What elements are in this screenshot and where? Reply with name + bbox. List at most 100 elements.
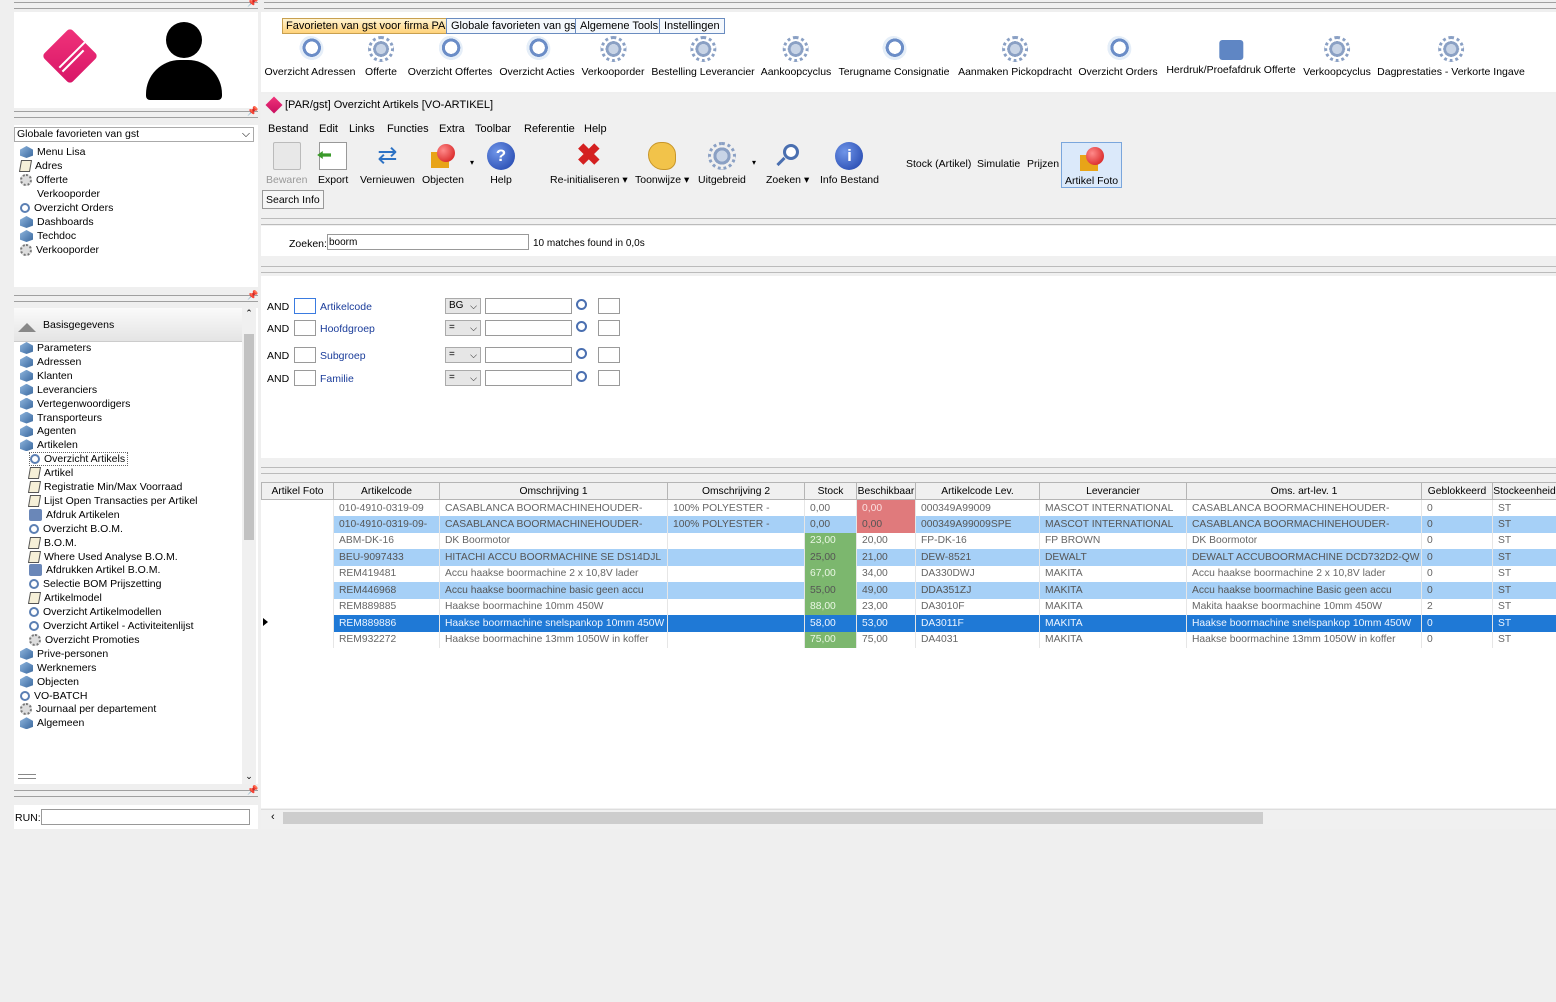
filter-value-input[interactable]	[485, 320, 572, 336]
filter-comparator[interactable]: =	[445, 347, 481, 363]
filter-checkbox[interactable]	[294, 320, 316, 336]
objects-dropdown-icon[interactable]: ▾	[470, 158, 474, 167]
menu-functies[interactable]: Functies	[387, 123, 429, 135]
column-header-omschrijving-2[interactable]: Omschrijving 2	[667, 482, 805, 500]
table-row[interactable]: REM932272 Haakse boormachine 13mm 1050W i…	[261, 631, 1556, 648]
main-top-splitter[interactable]	[264, 2, 1556, 9]
tree-item-overzicht-artikel-activiteitenlijst[interactable]: Overzicht Artikel - Activiteitenlijst	[29, 619, 194, 633]
pin-icon[interactable]: 📌	[247, 0, 258, 7]
tree-item-overzicht-promoties[interactable]: Overzicht Promoties	[29, 633, 140, 647]
tree-item-klanten[interactable]: Klanten	[20, 369, 73, 383]
tree-scrollbar[interactable]: ⌃ ⌄	[242, 308, 256, 784]
filter-extra-input[interactable]	[598, 347, 620, 363]
filter-value-input[interactable]	[485, 347, 572, 363]
favorites-splitter[interactable]: 📌	[14, 107, 258, 118]
tree-item-lijst-open-transacties-per-artikel[interactable]: Lijst Open Transacties per Artikel	[27, 494, 198, 508]
tab-favorieten-van-gst-voor-firma-par[interactable]: Favorieten van gst voor firma PAR	[282, 18, 459, 34]
tree-item-selectie-bom-prijszetting[interactable]: Selectie BOM Prijszetting	[29, 577, 161, 591]
favorite-item-verkooporder[interactable]: Verkooporder	[20, 243, 99, 257]
filter-checkbox[interactable]	[294, 298, 316, 314]
filter-field-familie[interactable]: Familie	[320, 373, 354, 385]
table-row[interactable]: 010-4910-0319-09- CASABLANCA BOORMACHINEH…	[261, 516, 1556, 533]
objects-button[interactable]: Objecten	[422, 142, 464, 186]
filter-value-input[interactable]	[485, 298, 572, 314]
favorite-item-verkooporder[interactable]: Verkooporder	[20, 187, 100, 201]
view-mode-button[interactable]: Toonwijze ▾	[635, 142, 689, 186]
shortcut-aanmaken-pickopdracht[interactable]: Aanmaken Pickopdracht	[958, 36, 1072, 78]
menu-bestand[interactable]: Bestand	[268, 123, 308, 135]
refresh-button[interactable]: ⇄ Vernieuwen	[360, 142, 415, 186]
column-header-artikelcode-lev[interactable]: Artikelcode Lev.	[915, 482, 1040, 500]
table-row[interactable]: ABM-DK-16 DK Boormotor 23,00 20,00 FP-DK-16 F…	[261, 532, 1556, 549]
tree-item-journaal-per-departement[interactable]: Journaal per departement	[20, 702, 156, 716]
magnifier-icon[interactable]	[576, 348, 587, 359]
tree-item-artikel[interactable]: Artikel	[27, 466, 73, 480]
tree-item-parameters[interactable]: Parameters	[20, 341, 91, 355]
reinit-button[interactable]: ✖ Re-initialiseren ▾	[550, 141, 628, 187]
stock-button[interactable]: Stock (Artikel)	[906, 158, 971, 170]
filter-field-hoofdgroep[interactable]: Hoofdgroep	[320, 323, 375, 335]
tree-item-b-o-m[interactable]: B.O.M.	[27, 536, 77, 550]
search-input[interactable]	[327, 234, 529, 250]
help-button[interactable]: ? Help	[487, 142, 515, 186]
filter-field-subgroep[interactable]: Subgroep	[320, 350, 366, 362]
tab-algemene-tools[interactable]: Algemene Tools	[575, 18, 664, 34]
pin-icon[interactable]: 📌	[247, 291, 258, 300]
tree-item-afdrukken-artikel-b-o-m[interactable]: Afdrukken Artikel B.O.M.	[29, 563, 160, 577]
menu-extra[interactable]: Extra	[439, 123, 465, 135]
favorites-select[interactable]: Globale favorieten van gst ⌵	[14, 127, 254, 142]
extended-button[interactable]: Uitgebreid	[698, 142, 746, 186]
shortcut-herdruk-proefafdruk-offerte[interactable]: Herdruk/Proefafdruk Offerte	[1166, 36, 1296, 76]
tree-item-overzicht-artikels[interactable]: Overzicht Artikels	[29, 452, 129, 467]
filter-field-artikelcode[interactable]: Artikelcode	[320, 301, 372, 313]
pin-icon[interactable]: 📌	[247, 786, 258, 795]
favorite-item-techdoc[interactable]: Techdoc	[20, 229, 76, 243]
search-button[interactable]: Zoeken ▾	[766, 142, 809, 186]
run-splitter[interactable]: 📌	[14, 786, 258, 797]
extended-dropdown-icon[interactable]: ▾	[752, 158, 756, 167]
column-header-stockeenheid[interactable]: Stockeenheid	[1492, 482, 1556, 500]
pin-icon[interactable]: 📌	[247, 107, 258, 116]
menu-edit[interactable]: Edit	[319, 123, 338, 135]
tree-item-werknemers[interactable]: Werknemers	[20, 661, 96, 675]
favorite-item-overzicht-orders[interactable]: Overzicht Orders	[20, 201, 113, 215]
column-header-artikel-foto[interactable]: Artikel Foto	[261, 482, 334, 500]
menu-toolbar[interactable]: Toolbar	[475, 123, 511, 135]
scroll-left-icon[interactable]: ‹	[271, 811, 275, 823]
table-row[interactable]: 010-4910-0319-09 CASABLANCA BOORMACHINEHO…	[261, 499, 1556, 516]
shortcut-overzicht-adressen[interactable]: Overzicht Adressen	[264, 36, 356, 78]
run-input[interactable]	[41, 809, 250, 825]
filter-extra-input[interactable]	[598, 370, 620, 386]
shortcut-overzicht-orders[interactable]: Overzicht Orders	[1078, 36, 1158, 78]
section-header[interactable]: Basisgegevens	[14, 308, 242, 342]
filter-extra-input[interactable]	[598, 298, 620, 314]
filter-value-input[interactable]	[485, 370, 572, 386]
column-header-omschrijving-1[interactable]: Omschrijving 1	[439, 482, 668, 500]
menu-help[interactable]: Help	[584, 123, 607, 135]
tree-item-vo-batch[interactable]: VO-BATCH	[20, 689, 87, 703]
tree-item-prive-personen[interactable]: Prive-personen	[20, 647, 108, 661]
table-row[interactable]: REM419481 Accu haakse boormachine 2 x 10,…	[261, 565, 1556, 582]
shortcut-verkoopcyclus[interactable]: Verkoopcyclus	[1303, 36, 1371, 78]
tree-item-transporteurs[interactable]: Transporteurs	[20, 411, 102, 425]
shortcut-terugname-consignatie[interactable]: Terugname Consignatie	[839, 36, 949, 78]
shortcut-dagprestaties-verkorte-ingave[interactable]: Dagprestaties - Verkorte Ingave	[1377, 36, 1525, 78]
filter-comparator[interactable]: BG	[445, 298, 481, 314]
shortcut-overzicht-offertes[interactable]: Overzicht Offertes	[408, 36, 492, 78]
favorite-item-adres[interactable]: Adres	[18, 159, 62, 173]
left-top-splitter[interactable]: 📌	[14, 0, 258, 9]
filter-checkbox[interactable]	[294, 370, 316, 386]
column-header-beschikbaar[interactable]: Beschikbaar	[856, 482, 916, 500]
horizontal-scroll-thumb[interactable]	[283, 812, 1263, 824]
tree-item-registratie-min-max-voorraad[interactable]: Registratie Min/Max Voorraad	[27, 480, 182, 494]
tab-instellingen[interactable]: Instellingen	[659, 18, 725, 34]
article-photo-button[interactable]: Artikel Foto	[1061, 142, 1123, 188]
tree-item-overzicht-b-o-m[interactable]: Overzicht B.O.M.	[29, 522, 123, 536]
favorite-item-offerte[interactable]: Offerte	[20, 173, 68, 187]
prices-button[interactable]: Prijzen	[1027, 158, 1059, 170]
shortcut-verkooporder[interactable]: Verkooporder	[581, 36, 645, 78]
shortcut-bestelling-leverancier[interactable]: Bestelling Leverancier	[651, 36, 755, 78]
table-row[interactable]: REM446968 Accu haakse boormachine basic g…	[261, 582, 1556, 599]
menu-links[interactable]: Links	[349, 123, 375, 135]
filter-checkbox[interactable]	[294, 347, 316, 363]
